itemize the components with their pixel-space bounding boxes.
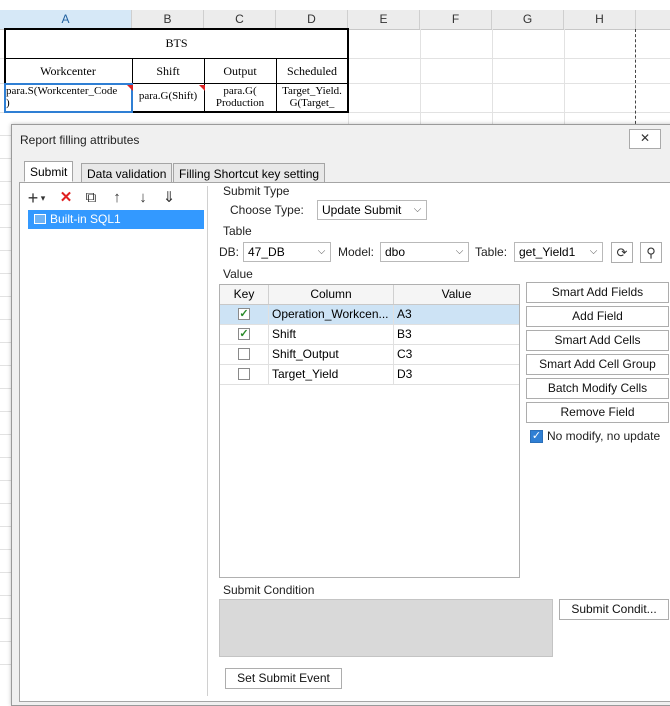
- batch-modify-cells-button[interactable]: Batch Modify Cells: [526, 378, 669, 399]
- move-up-icon[interactable]: ↑: [106, 188, 128, 208]
- copy-icon[interactable]: ⧉: [80, 188, 102, 208]
- db-select[interactable]: 47_DB ⌵: [243, 242, 331, 262]
- submit-condition-section-label: Submit Condition: [223, 583, 315, 597]
- table-select[interactable]: get_Yield1 ⌵: [514, 242, 603, 262]
- submit-condition-button[interactable]: Submit Condit...: [559, 599, 669, 620]
- column-header-column[interactable]: Column: [269, 285, 394, 304]
- table-row[interactable]: Shift_Output C3: [220, 345, 519, 365]
- magnifier-icon: ⚲: [646, 245, 656, 260]
- no-modify-label: No modify, no update: [547, 429, 661, 443]
- smart-add-cell-group-button[interactable]: Smart Add Cell Group: [526, 354, 669, 375]
- list-item-built-in-sql1[interactable]: Built-in SQL1: [28, 210, 204, 229]
- model-select[interactable]: dbo ⌵: [380, 242, 469, 262]
- table-row[interactable]: ✓ Operation_Workcen... A3: [220, 305, 519, 325]
- header-cell-output[interactable]: Output: [204, 64, 276, 80]
- chevron-down-icon: ⌵: [589, 246, 598, 257]
- move-down-icon[interactable]: ↓: [132, 188, 154, 208]
- submit-panel: + ▾ ✕ ⧉ ↑ ↓ ⇓ Built-in SQL1 Submit Type …: [19, 182, 670, 702]
- no-modify-checkbox[interactable]: ✓: [530, 430, 543, 443]
- value-cell: A3: [397, 307, 412, 321]
- table-value: get_Yield1: [519, 245, 576, 259]
- column-header-f[interactable]: F: [420, 10, 492, 29]
- cell-c3-line2: Production: [215, 97, 265, 109]
- column-header-a[interactable]: A: [0, 10, 132, 29]
- sql-icon: [34, 214, 46, 224]
- chevron-down-icon: ⌵: [455, 246, 464, 257]
- submit-condition-box[interactable]: [219, 599, 553, 657]
- add-field-button[interactable]: Add Field: [526, 306, 669, 327]
- table-row[interactable]: ✓ Shift B3: [220, 325, 519, 345]
- value-table: Key Column Value ✓ Operation_Workcen... …: [219, 284, 520, 578]
- column-header-e[interactable]: E: [348, 10, 420, 29]
- value-table-header: Key Column Value: [220, 285, 519, 305]
- header-cell-shift[interactable]: Shift: [132, 64, 204, 80]
- close-button[interactable]: ✕: [629, 129, 661, 149]
- db-label: DB:: [219, 245, 240, 259]
- tab-data-validation[interactable]: Data validation: [81, 163, 173, 184]
- value-section-label: Value: [223, 267, 253, 281]
- delete-icon[interactable]: ✕: [55, 188, 77, 208]
- key-checkbox[interactable]: [238, 348, 250, 360]
- cell-a3-marker-icon: [127, 85, 133, 91]
- column-header-c[interactable]: C: [204, 10, 276, 29]
- submit-type-section-label: Submit Type: [223, 184, 290, 198]
- chevron-down-icon: ⌵: [413, 204, 422, 215]
- chevron-down-icon: ⌵: [317, 246, 326, 257]
- refresh-icon: ⟳: [616, 245, 628, 260]
- choose-type-label: Choose Type:: [230, 203, 304, 217]
- dialog-title: Report filling attributes: [20, 133, 140, 147]
- value-cell: D3: [397, 367, 413, 381]
- cell-d3-line2: G(Target_: [289, 97, 335, 109]
- table-label: Table:: [475, 245, 508, 259]
- remove-field-button[interactable]: Remove Field: [526, 402, 669, 423]
- cell-b3[interactable]: para.G(Shift): [132, 90, 204, 105]
- model-label: Model:: [338, 245, 375, 259]
- key-checkbox[interactable]: ✓: [238, 308, 250, 320]
- table-row[interactable]: Target_Yield D3: [220, 365, 519, 385]
- value-cell: C3: [397, 347, 413, 361]
- column-header-d[interactable]: D: [276, 10, 348, 29]
- column-header-h[interactable]: H: [564, 10, 636, 29]
- cell-b3-marker-icon: [199, 85, 205, 91]
- smart-add-cells-button[interactable]: Smart Add Cells: [526, 330, 669, 351]
- add-dropdown-icon[interactable]: ▾: [37, 188, 49, 208]
- list-item-label: Built-in SQL1: [50, 212, 121, 226]
- report-filling-attributes-dialog: Report filling attributes ✕ Submit Data …: [11, 124, 670, 706]
- submit-settings: Submit Type Choose Type: Update Submit ⌵ …: [216, 183, 670, 698]
- column-cell: Operation_Workcen...: [269, 305, 394, 324]
- move-bottom-icon[interactable]: ⇓: [158, 188, 180, 208]
- header-cell-workcenter[interactable]: Workcenter: [4, 64, 132, 80]
- key-checkbox[interactable]: ✓: [238, 328, 250, 340]
- column-header-value[interactable]: Value: [394, 285, 519, 304]
- refresh-button[interactable]: ⟳: [611, 242, 633, 263]
- close-icon: ✕: [639, 131, 651, 145]
- db-value: 47_DB: [248, 245, 285, 259]
- column-header-key[interactable]: Key: [220, 285, 269, 304]
- preview-button[interactable]: ⚲: [640, 242, 662, 263]
- set-submit-event-button[interactable]: Set Submit Event: [225, 668, 342, 689]
- tab-submit[interactable]: Submit: [24, 161, 74, 182]
- column-cell: Shift: [269, 325, 394, 344]
- submit-list-pane: + ▾ ✕ ⧉ ↑ ↓ ⇓ Built-in SQL1: [22, 186, 208, 696]
- tab-filling-shortcut-key-setting[interactable]: Filling Shortcut key setting: [173, 163, 326, 184]
- choose-type-value: Update Submit: [322, 203, 402, 217]
- table-section-label: Table: [223, 224, 252, 238]
- key-checkbox[interactable]: [238, 368, 250, 380]
- column-header-b[interactable]: B: [132, 10, 204, 29]
- cell-a3-selection[interactable]: [4, 83, 133, 113]
- report-title-cell[interactable]: BTS: [4, 36, 349, 52]
- column-cell: Shift_Output: [269, 345, 394, 364]
- page-break-line: [635, 29, 636, 129]
- header-cell-scheduled[interactable]: Scheduled: [276, 64, 348, 80]
- value-cell: B3: [397, 327, 412, 341]
- column-header-row: A B C D E F G H: [0, 10, 670, 30]
- choose-type-select[interactable]: Update Submit ⌵: [317, 200, 427, 220]
- column-header-g[interactable]: G: [492, 10, 564, 29]
- model-value: dbo: [385, 245, 406, 259]
- column-cell: Target_Yield: [269, 365, 394, 384]
- smart-add-fields-button[interactable]: Smart Add Fields: [526, 282, 669, 303]
